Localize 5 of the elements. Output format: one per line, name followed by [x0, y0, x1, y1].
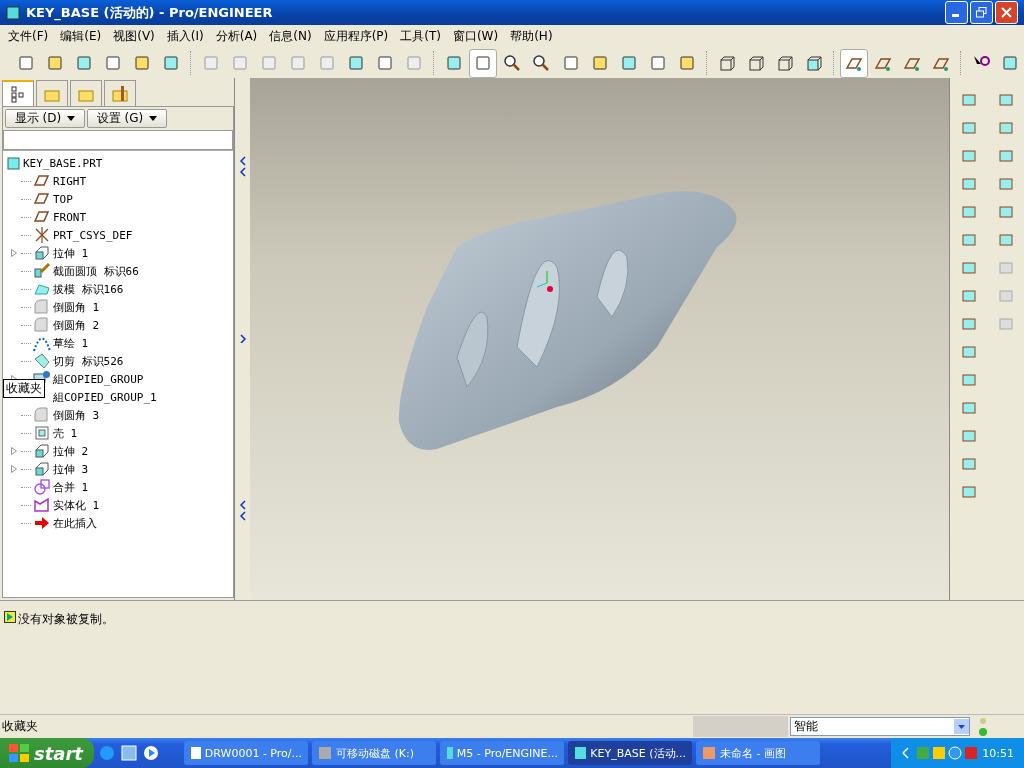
status-label: 收藏夹 [1, 718, 39, 735]
message-text: 没有对象被复制。 [18, 611, 114, 628]
tooltip: 收藏夹 [3, 379, 45, 398]
clock: 10:51 [982, 746, 1014, 760]
window-title: KEY_BASE (活动的) - Pro/ENGINEER [26, 3, 273, 22]
